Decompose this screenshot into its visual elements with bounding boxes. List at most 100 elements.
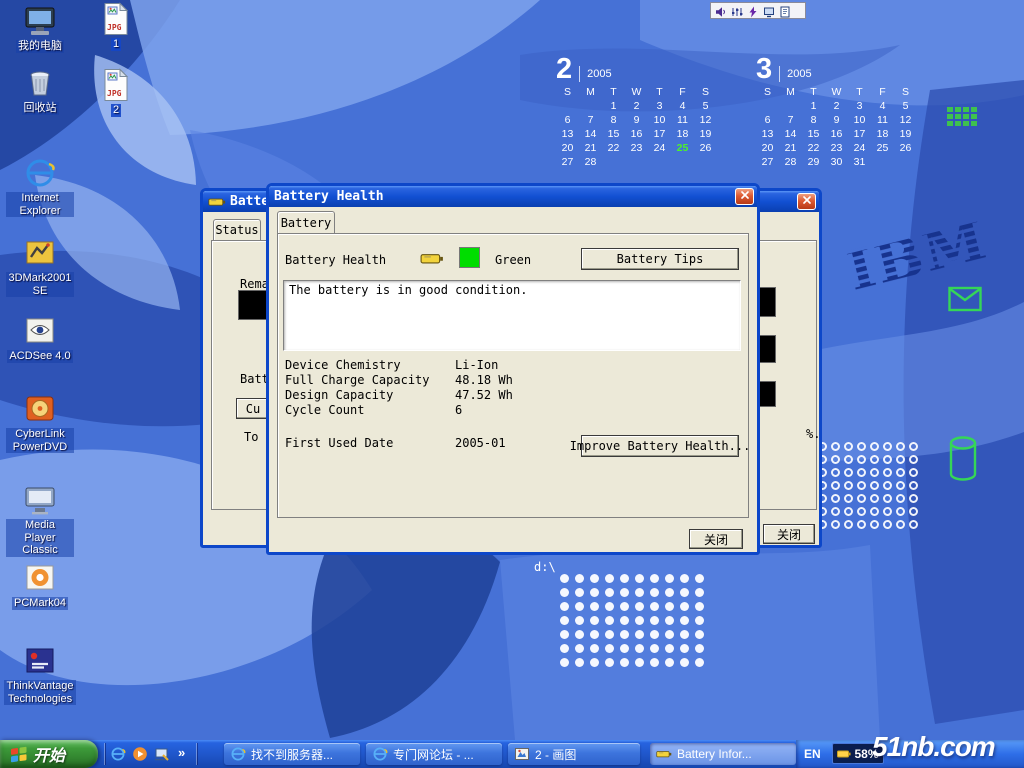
desktop-icon-internet-explorer[interactable]: Internet Explorer: [6, 156, 74, 217]
desktop-icon-media-player-classic[interactable]: Media Player Classic: [6, 483, 74, 557]
battery-field-row: Design Capacity47.52 Wh: [285, 387, 730, 402]
calendar-day: 31: [848, 156, 871, 170]
ie-quicklaunch-icon[interactable]: [110, 746, 126, 762]
language-indicator[interactable]: EN: [804, 747, 821, 761]
taskbar-button-ie-window-2[interactable]: 专门网论坛 - ...: [366, 743, 502, 765]
paint-icon: [514, 746, 530, 762]
calendar-day: [648, 156, 671, 170]
desktop-icon-label: ACDSee 4.0: [7, 350, 72, 363]
acdsee-icon: [23, 314, 57, 348]
speaker-icon[interactable]: [715, 5, 727, 17]
calendar-day: [894, 156, 917, 170]
calendar-day: [756, 100, 779, 114]
show-desktop-quicklaunch-icon[interactable]: [154, 746, 170, 762]
taskbar-divider: [196, 743, 197, 765]
quicklaunch-more-chevron[interactable]: »: [178, 745, 185, 760]
dot: [605, 630, 614, 639]
improve-battery-health-button[interactable]: Improve Battery Health...: [581, 435, 739, 457]
info-close-button[interactable]: [797, 193, 816, 210]
health-close-x-button[interactable]: [735, 188, 754, 205]
calendar-day: 20: [556, 142, 579, 156]
dot: [575, 644, 584, 653]
dot: [695, 574, 704, 583]
battery-tips-label: Battery Tips: [617, 252, 704, 266]
dot: [605, 644, 614, 653]
document-icon[interactable]: [779, 5, 791, 17]
dot: [831, 468, 840, 477]
calendar-day: 14: [579, 128, 602, 142]
dot: [695, 658, 704, 667]
desktop-icon-thinkvantage[interactable]: ThinkVantage Technologies: [6, 644, 74, 705]
tab-status[interactable]: Status: [213, 219, 261, 240]
battery-icon: [656, 746, 672, 762]
health-close-button[interactable]: 关闭: [689, 529, 743, 549]
dot: [605, 658, 614, 667]
desktop-icon-3dmark2001[interactable]: 3DMark2001 SE: [6, 236, 74, 297]
dot: [590, 616, 599, 625]
battery-tips-button[interactable]: Battery Tips: [581, 248, 739, 270]
dot: [560, 588, 569, 597]
dot: [870, 494, 879, 503]
calendar-day: 11: [671, 114, 694, 128]
calendar-day-header: T: [648, 86, 671, 100]
dot: [831, 481, 840, 490]
field-value: 6: [455, 403, 462, 417]
condition-textbox[interactable]: The battery is in good condition.: [283, 280, 741, 351]
taskbar-button-battery-info-window[interactable]: Battery Infor...: [650, 743, 796, 765]
desktop-file-1[interactable]: JPG1: [94, 2, 138, 51]
monitor-icon[interactable]: [763, 5, 775, 17]
taskbar-button-ie-window-1[interactable]: 找不到服务器...: [224, 743, 360, 765]
calendar-day: 21: [579, 142, 602, 156]
calendar-day-header: F: [871, 86, 894, 100]
calendar-day: 9: [825, 114, 848, 128]
dot: [870, 520, 879, 529]
dot: [870, 468, 879, 477]
calendar-day: 8: [802, 114, 825, 128]
field-label: Design Capacity: [285, 388, 455, 402]
calendar-day: [671, 156, 694, 170]
dot: [831, 455, 840, 464]
calendar-day: 8: [602, 114, 625, 128]
taskbar-button-paint-window[interactable]: 2 - 画图: [508, 743, 640, 765]
calendar-day: 27: [756, 156, 779, 170]
calendar-day: 3: [648, 100, 671, 114]
desktop-icon-recycle-bin[interactable]: 回收站: [6, 66, 74, 115]
info-close-button-bottom[interactable]: 关闭: [763, 524, 815, 544]
desktop-icon-pcmark04[interactable]: PCMark04: [6, 561, 74, 610]
dot: [620, 630, 629, 639]
cu-button-fragment[interactable]: Cu: [236, 398, 270, 419]
dot: [635, 616, 644, 625]
dot: [620, 658, 629, 667]
dot: [896, 507, 905, 516]
tab-battery[interactable]: Battery: [277, 211, 335, 233]
calendar-day: 5: [894, 100, 917, 114]
dot: [605, 588, 614, 597]
dot: [857, 468, 866, 477]
dot: [680, 644, 689, 653]
calendar-day: 23: [825, 142, 848, 156]
dot: [870, 507, 879, 516]
dot: [870, 442, 879, 451]
calendar-day: 6: [756, 114, 779, 128]
dot: [650, 616, 659, 625]
dot: [665, 588, 674, 597]
desktop-file-2[interactable]: JPG2: [94, 68, 138, 117]
battery-health-titlebar[interactable]: Battery Health: [269, 186, 757, 207]
cylinder-icon: [948, 436, 978, 482]
dot: [575, 630, 584, 639]
calendar-day: 24: [648, 142, 671, 156]
mixer-icon[interactable]: [731, 5, 743, 17]
dot: [844, 481, 853, 490]
desktop-icon-powerdvd[interactable]: CyberLink PowerDVD: [6, 392, 74, 453]
desktop-icon-my-computer[interactable]: 我的电脑: [6, 4, 74, 53]
envelope-icon: [948, 286, 982, 312]
dot: [883, 494, 892, 503]
lightning-icon[interactable]: [747, 5, 759, 17]
start-button[interactable]: 开始: [0, 740, 98, 768]
desktop-icon-acdsee[interactable]: ACDSee 4.0: [6, 314, 74, 363]
desktop-icon-label: 我的电脑: [16, 40, 64, 53]
dot: [620, 574, 629, 583]
media-player-quicklaunch-icon[interactable]: [132, 746, 148, 762]
calendar-day: [625, 156, 648, 170]
calendar-day: 2: [625, 100, 648, 114]
